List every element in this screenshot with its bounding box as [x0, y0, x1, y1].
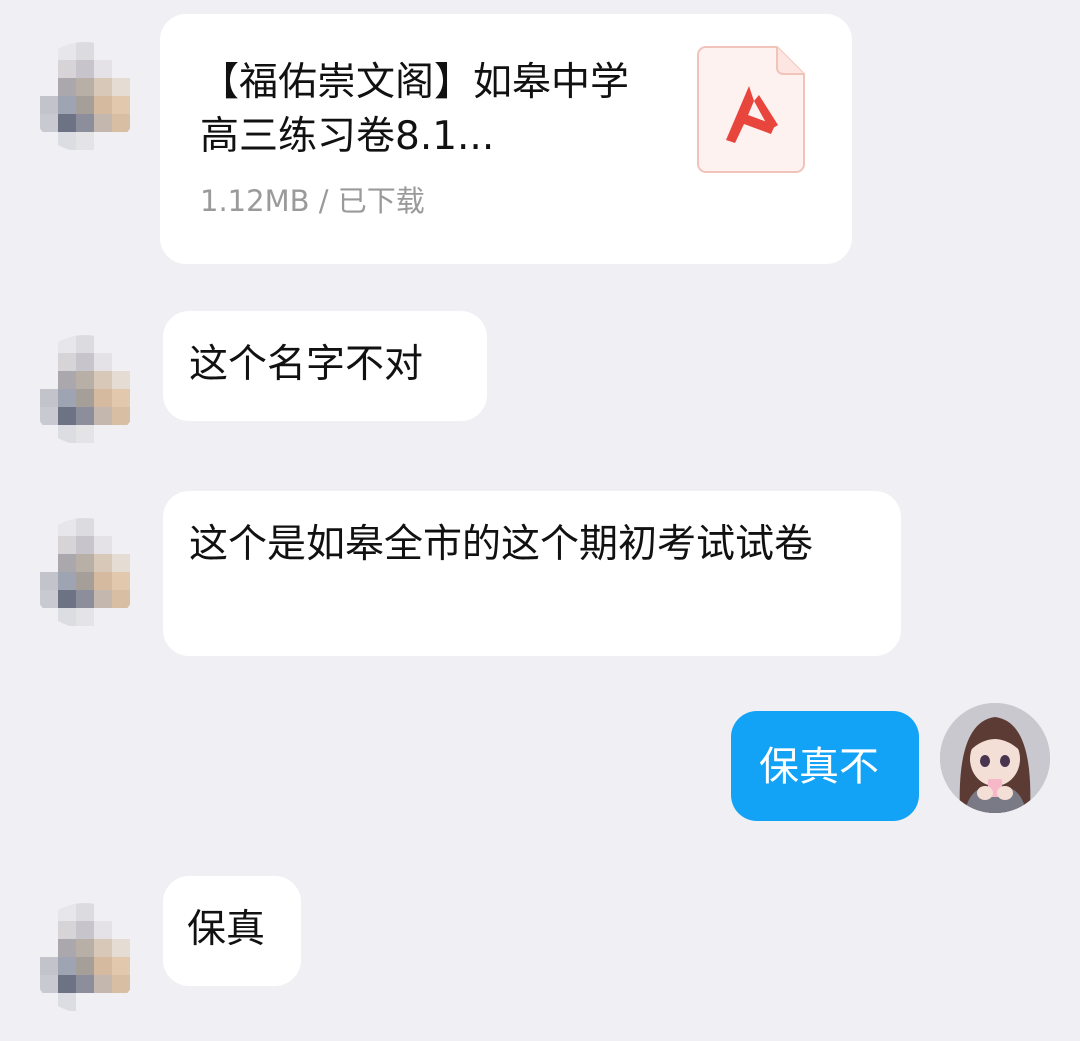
contact-avatar[interactable] [30, 42, 140, 152]
message-text: 保真不 [759, 744, 879, 790]
contact-avatar[interactable] [30, 518, 140, 628]
contact-avatar[interactable] [30, 335, 140, 445]
message-text: 这个名字不对 [189, 342, 424, 387]
outgoing-message[interactable]: 保真不 [731, 711, 919, 821]
incoming-message[interactable]: 这个是如皋全市的这个期初考试试卷 [163, 491, 901, 656]
incoming-message[interactable]: 这个名字不对 [163, 311, 487, 421]
incoming-message[interactable]: 保真 [163, 876, 301, 986]
file-title: 【福佑崇文阁】如皋中学高三练习卷8.1... [200, 60, 630, 159]
message-text: 这个是如皋全市的这个期初考试试卷 [189, 522, 814, 567]
contact-avatar[interactable] [30, 903, 140, 1013]
file-meta: 1.12MB / 已下载 [200, 184, 425, 218]
file-message-card[interactable]: 【福佑崇文阁】如皋中学高三练习卷8.1... 1.12MB / 已下载 [160, 14, 852, 264]
anime-girl-avatar-image [940, 703, 1050, 813]
pdf-icon [697, 46, 805, 173]
self-avatar[interactable] [940, 703, 1050, 813]
message-text: 保真 [187, 907, 266, 952]
